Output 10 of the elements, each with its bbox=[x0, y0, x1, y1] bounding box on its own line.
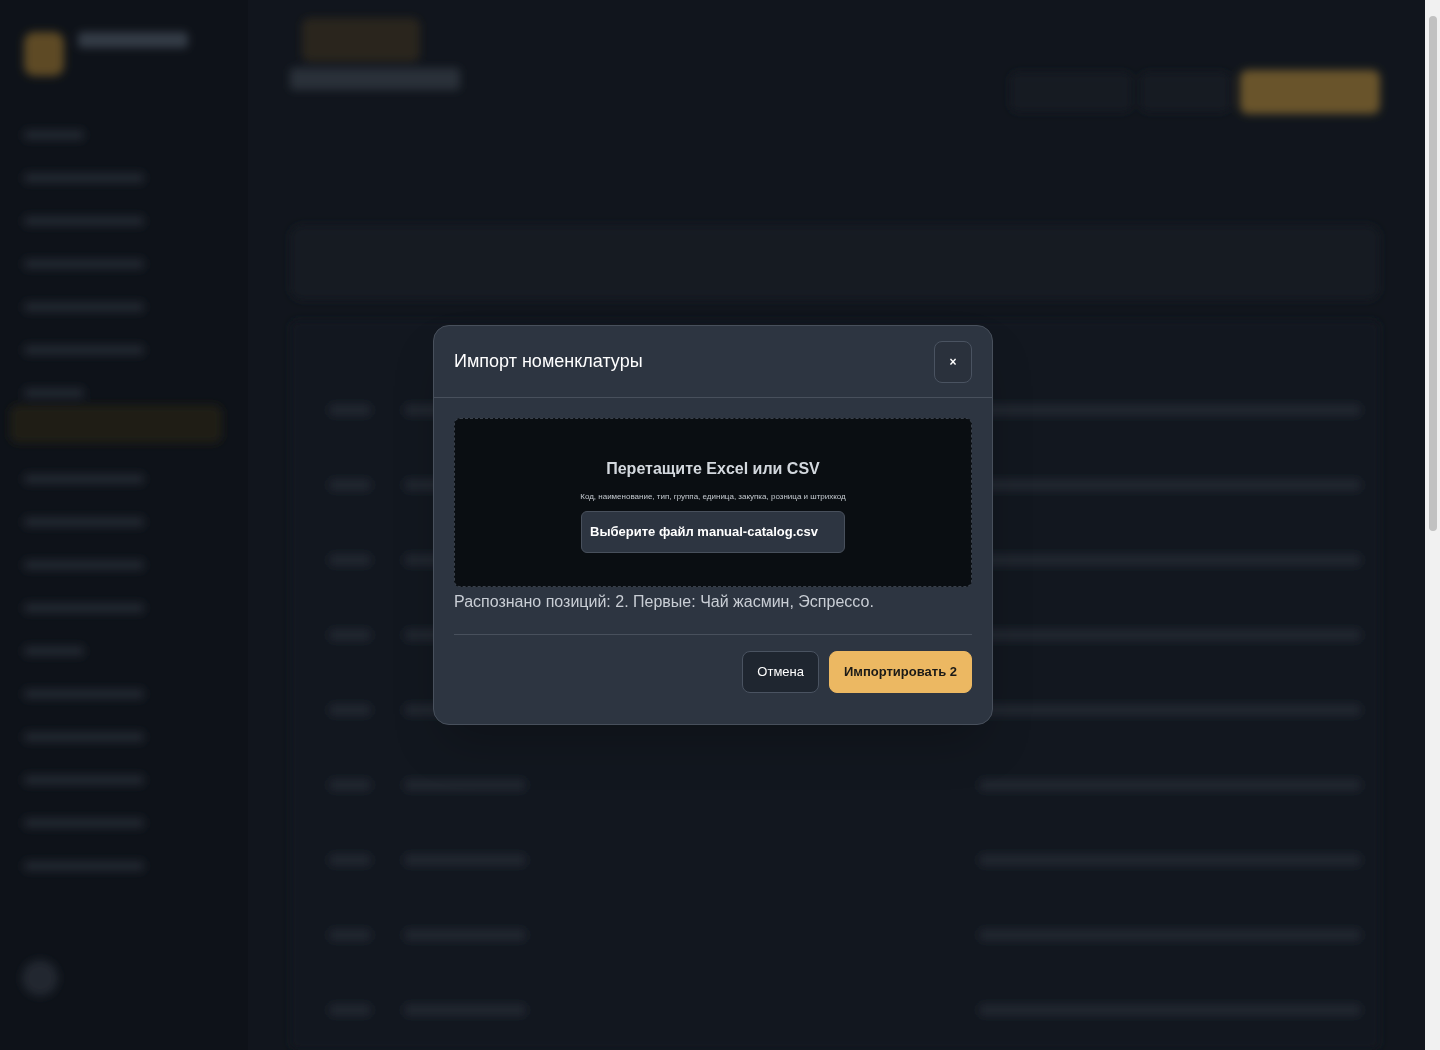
recognized-status: Распознано позиций: 2. Первые: Чай жасмин, Эспрессо. bbox=[454, 592, 875, 612]
cancel-button[interactable]: Отмена bbox=[742, 651, 819, 693]
file-dropzone[interactable]: Перетащите Excel или CSV Код, наименование, тип, группа, единица, закупка, розница и штрихкод Выберите файл manual-catalog.csv bbox=[454, 418, 972, 587]
scrollbar[interactable] bbox=[1425, 0, 1440, 1050]
close-button[interactable]: × bbox=[934, 340, 972, 383]
choose-file-button[interactable]: Выберите файл manual-catalog.csv bbox=[581, 511, 845, 553]
dropzone-title: Перетащите Excel или CSV bbox=[606, 459, 820, 479]
dropzone-hint: Код, наименование, тип, группа, единица, закупка, розница и штрихкод bbox=[580, 491, 846, 503]
import-button[interactable]: Импортировать 2 bbox=[829, 651, 972, 693]
dialog-title: Импорт номенклатуры bbox=[454, 350, 643, 373]
